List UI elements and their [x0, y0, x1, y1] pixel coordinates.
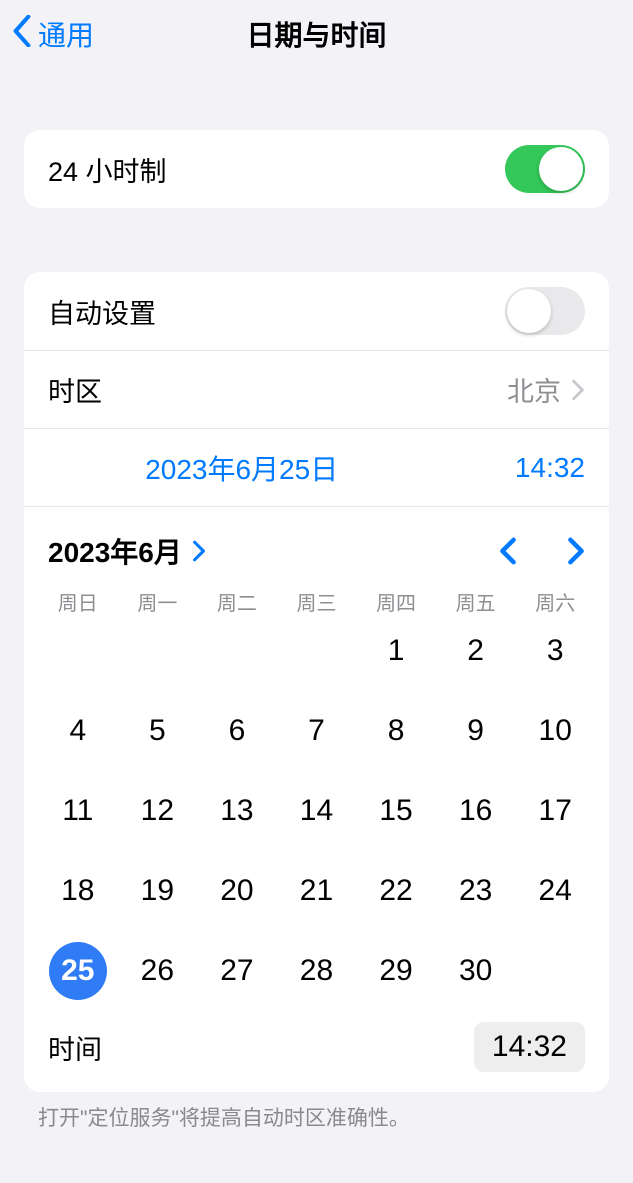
calendar-day[interactable]: 7	[277, 702, 357, 760]
calendar-day[interactable]: 22	[356, 862, 436, 920]
calendar-day[interactable]: 12	[118, 782, 198, 840]
current-time-button[interactable]: 14:32	[515, 452, 585, 484]
page-title: 日期与时间	[0, 14, 633, 54]
calendar-day[interactable]: 17	[515, 782, 595, 840]
weekday-label: 周日	[38, 587, 118, 616]
chevron-left-icon	[12, 15, 32, 54]
label-24hour: 24 小时制	[48, 150, 167, 189]
row-auto-set: 自动设置	[24, 272, 609, 350]
calendar-day[interactable]: 2	[436, 622, 516, 680]
calendar-day[interactable]: 27	[197, 942, 277, 1000]
weekday-label: 周二	[197, 587, 277, 616]
weekday-label: 周五	[436, 587, 516, 616]
calendar-day[interactable]: 19	[118, 862, 198, 920]
calendar-day[interactable]: 24	[515, 862, 595, 920]
current-date-button[interactable]: 2023年6月25日	[145, 448, 338, 488]
calendar-day[interactable]: 9	[436, 702, 516, 760]
calendar-empty-cell	[197, 622, 277, 680]
back-label: 通用	[38, 14, 94, 54]
chevron-right-icon	[571, 379, 585, 401]
calendar-day[interactable]: 3	[515, 622, 595, 680]
row-24hour: 24 小时制	[24, 130, 609, 208]
label-time: 时间	[48, 1028, 102, 1067]
calendar-day[interactable]: 14	[277, 782, 357, 840]
calendar-empty-cell	[118, 622, 198, 680]
calendar-day[interactable]: 1	[356, 622, 436, 680]
calendar-day[interactable]: 28	[277, 942, 357, 1000]
calendar-empty-cell	[38, 622, 118, 680]
calendar-day[interactable]: 11	[38, 782, 118, 840]
calendar-day[interactable]: 30	[436, 942, 516, 1000]
switch-24hour[interactable]	[505, 145, 585, 193]
calendar-day[interactable]: 29	[356, 942, 436, 1000]
calendar-day[interactable]: 23	[436, 862, 516, 920]
calendar-day[interactable]: 4	[38, 702, 118, 760]
row-time: 时间 14:32	[24, 1010, 609, 1092]
month-picker-button[interactable]: 2023年6月	[48, 531, 206, 571]
calendar-day[interactable]: 15	[356, 782, 436, 840]
label-auto-set: 自动设置	[48, 292, 156, 331]
chevron-right-icon	[192, 540, 206, 562]
weekday-label: 周三	[277, 587, 357, 616]
calendar-day[interactable]: 10	[515, 702, 595, 760]
value-timezone: 北京	[507, 370, 561, 409]
calendar-day[interactable]: 25	[38, 942, 118, 1000]
weekday-header: 周日周一周二周三周四周五周六	[24, 587, 609, 622]
footnote: 打开"定位服务"将提高自动时区准确性。	[0, 1092, 633, 1132]
calendar-day[interactable]: 8	[356, 702, 436, 760]
calendar-day[interactable]: 21	[277, 862, 357, 920]
row-current-datetime: 2023年6月25日 14:32	[24, 428, 609, 506]
weekday-label: 周六	[515, 587, 595, 616]
calendar-day[interactable]: 6	[197, 702, 277, 760]
prev-month-button[interactable]	[499, 537, 517, 565]
label-timezone: 时区	[48, 370, 102, 409]
calendar-day[interactable]: 16	[436, 782, 516, 840]
row-timezone[interactable]: 时区 北京	[24, 350, 609, 428]
calendar-day[interactable]: 5	[118, 702, 198, 760]
month-label: 2023年6月	[48, 531, 182, 571]
next-month-button[interactable]	[567, 537, 585, 565]
time-picker-button[interactable]: 14:32	[474, 1022, 585, 1072]
weekday-label: 周四	[356, 587, 436, 616]
calendar-empty-cell	[277, 622, 357, 680]
weekday-label: 周一	[118, 587, 198, 616]
calendar-day[interactable]: 18	[38, 862, 118, 920]
calendar-day[interactable]: 26	[118, 942, 198, 1000]
switch-auto-set[interactable]	[505, 287, 585, 335]
calendar-day[interactable]: 20	[197, 862, 277, 920]
calendar-day[interactable]: 13	[197, 782, 277, 840]
calendar-grid: 1234567891011121314151617181920212223242…	[24, 622, 609, 1010]
back-button[interactable]: 通用	[0, 14, 94, 54]
